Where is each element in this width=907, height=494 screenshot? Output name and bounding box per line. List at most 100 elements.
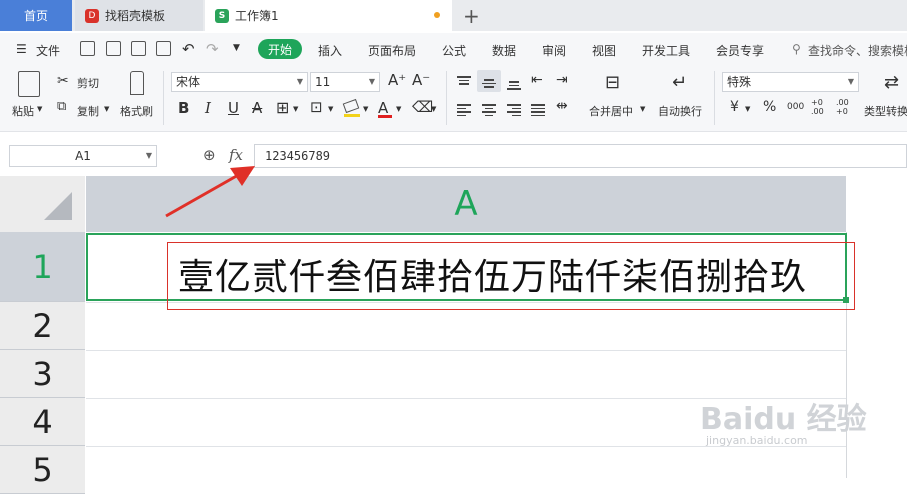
redo-icon[interactable]: ↷ (206, 40, 219, 58)
border-dropdown-icon[interactable]: ▼ (293, 105, 298, 113)
menu-page-layout[interactable]: 页面布局 (368, 42, 416, 59)
merge-dropdown-icon[interactable]: ▼ (640, 105, 645, 113)
grid-line (86, 350, 846, 351)
watermark-url: jingyan.baidu.com (706, 434, 808, 447)
thousands-button[interactable]: 000 (787, 102, 804, 112)
cell-style-dropdown-icon[interactable]: ▼ (328, 105, 333, 113)
row-header-1[interactable]: 1 (0, 232, 85, 302)
menu-insert[interactable]: 插入 (318, 42, 342, 59)
fill-color-dropdown-icon[interactable]: ▼ (363, 105, 368, 113)
sheet-logo-icon: S (215, 8, 229, 23)
font-color-dropdown-icon[interactable]: ▼ (396, 105, 401, 113)
font-size-select[interactable]: 11 ▼ (310, 72, 380, 92)
row-label: 3 (32, 354, 53, 393)
ribbon: 粘贴 ▼ ✂ 剪切 ⧉ 复制 ▼ 格式刷 宋体 ▼ 11 ▼ A⁺ A⁻ B I… (0, 65, 907, 132)
name-box[interactable]: A1 ▼ (9, 145, 157, 167)
align-left-icon[interactable] (457, 102, 471, 118)
annotation-arrow-icon (165, 166, 255, 218)
wrap-text-button[interactable]: 自动换行 (658, 103, 702, 119)
decrease-decimal-button[interactable]: .00 +0 (836, 98, 856, 116)
border-icon[interactable]: ⊞ (276, 98, 289, 117)
menu-developer[interactable]: 开发工具 (642, 42, 690, 59)
chevron-down-icon[interactable]: ▼ (146, 146, 152, 166)
copy-button[interactable]: 复制 (77, 103, 99, 119)
tab-home[interactable]: 首页 (0, 0, 72, 31)
italic-button[interactable]: I (205, 99, 211, 117)
paste-icon[interactable] (18, 71, 40, 97)
search-icon[interactable]: ⚲ (792, 42, 801, 56)
bold-button[interactable]: B (178, 99, 189, 117)
format-painter-button[interactable]: 格式刷 (120, 103, 153, 119)
print-icon[interactable] (131, 41, 146, 56)
row-label: 5 (32, 450, 53, 489)
increase-decimal-button[interactable]: +0 .00 (811, 98, 831, 116)
menu-formulas[interactable]: 公式 (442, 42, 466, 59)
tab-workbook-label: 工作簿1 (235, 9, 279, 23)
copy-dropdown-icon[interactable]: ▼ (104, 105, 109, 113)
cell-style-icon[interactable]: ⊡ (310, 98, 323, 116)
outdent-icon[interactable]: ⇤ (531, 72, 543, 88)
increase-font-button[interactable]: A⁺ (388, 71, 406, 89)
font-name-select[interactable]: 宋体 ▼ (171, 72, 308, 92)
menu-data[interactable]: 数据 (492, 42, 516, 59)
align-right-icon[interactable] (507, 102, 521, 118)
export-icon[interactable] (106, 41, 121, 56)
format-painter-icon[interactable] (130, 71, 144, 95)
column-label: A (454, 184, 478, 224)
distributed-align-icon[interactable]: ⇹ (556, 98, 568, 114)
paste-dropdown-icon[interactable]: ▼ (37, 105, 42, 113)
row-header-4[interactable]: 4 (0, 398, 85, 446)
clear-dropdown-icon[interactable]: ▼ (431, 105, 436, 113)
copy-icon[interactable]: ⧉ (57, 99, 66, 114)
currency-dropdown-icon[interactable]: ▼ (745, 105, 750, 113)
align-middle-icon (482, 77, 496, 90)
tab-home-label: 首页 (23, 9, 48, 23)
wrap-text-icon[interactable]: ↵ (672, 72, 687, 93)
menu-home[interactable]: 开始 (258, 39, 302, 59)
select-all-corner[interactable] (0, 176, 85, 232)
save-icon[interactable] (80, 41, 95, 56)
scissors-icon[interactable]: ✂ (57, 73, 69, 89)
quick-access-dropdown-icon[interactable]: ▼ (233, 43, 240, 53)
row-label: 4 (32, 402, 53, 441)
hamburger-icon[interactable]: ☰ (16, 42, 27, 56)
menu-review[interactable]: 审阅 (542, 42, 566, 59)
undo-icon[interactable]: ↶ (182, 40, 195, 58)
type-convert-button[interactable]: 类型转换 (864, 103, 907, 119)
merge-center-button[interactable]: 合并居中 (589, 103, 633, 119)
paste-button[interactable]: 粘贴 (12, 103, 34, 119)
indent-icon[interactable]: ⇥ (556, 72, 568, 88)
command-search-input[interactable]: 查找命令、搜索模板 (808, 42, 907, 59)
tab-docer[interactable]: D 找稻壳模板 (75, 0, 203, 31)
decrease-font-button[interactable]: A⁻ (412, 71, 430, 89)
cell-reference: A1 (75, 149, 91, 163)
menu-view[interactable]: 视图 (592, 42, 616, 59)
formula-content: 123456789 (265, 149, 331, 163)
number-format-select[interactable]: 特殊 ▼ (722, 72, 859, 92)
merge-center-icon[interactable]: ⊟ (605, 72, 620, 93)
fill-color-icon[interactable] (342, 98, 360, 117)
tab-workbook[interactable]: S 工作簿1 (205, 0, 452, 31)
strikethrough-button[interactable]: A (252, 99, 262, 117)
type-convert-icon[interactable]: ⇄ (884, 72, 899, 93)
row-header-5[interactable]: 5 (0, 446, 85, 494)
align-bottom-icon[interactable] (507, 79, 521, 92)
formula-input[interactable]: 123456789 (254, 144, 907, 168)
underline-button[interactable]: U (228, 99, 239, 117)
menu-member[interactable]: 会员专享 (716, 42, 764, 59)
preview-icon[interactable] (156, 41, 171, 56)
align-top-icon[interactable] (457, 74, 471, 87)
font-color-icon[interactable]: A (378, 98, 392, 118)
row-label: 2 (32, 306, 53, 345)
row-label: 1 (32, 247, 53, 286)
currency-button[interactable]: ¥ (730, 99, 739, 115)
row-header-3[interactable]: 3 (0, 350, 85, 398)
row-header-2[interactable]: 2 (0, 302, 85, 350)
menu-file[interactable]: 文件 (36, 42, 60, 59)
unsaved-dot-icon (434, 12, 440, 18)
cut-button[interactable]: 剪切 (77, 75, 99, 91)
align-center-icon[interactable] (482, 102, 496, 118)
new-tab-button[interactable]: + (463, 4, 480, 28)
justify-icon[interactable] (531, 102, 545, 118)
percent-button[interactable]: % (763, 99, 776, 115)
